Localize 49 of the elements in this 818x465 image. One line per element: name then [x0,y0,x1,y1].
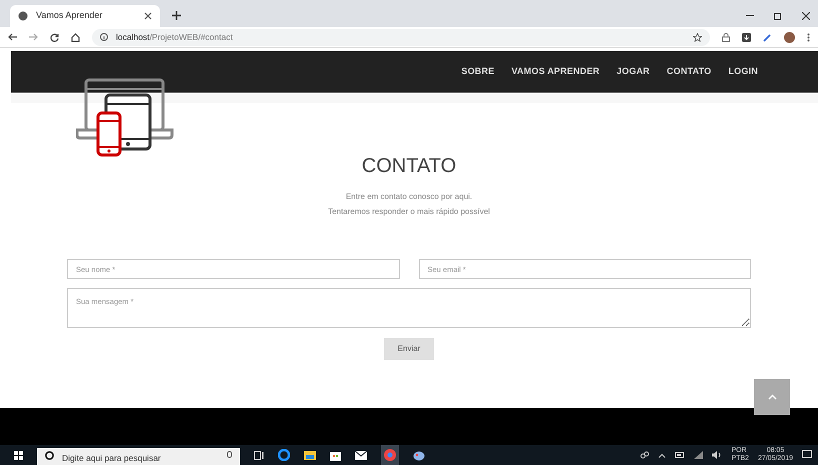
url-host: localhost [116,30,150,44]
avatar-icon[interactable] [784,32,795,42]
url-path: /ProjetoWEB/#contact [150,30,233,44]
battery-icon[interactable] [675,452,686,458]
menu-icon[interactable] [807,32,810,42]
edge-browser-icon[interactable] [278,449,290,461]
folder-icon[interactable] [304,450,316,460]
people-icon[interactable] [640,450,650,460]
nav-link[interactable]: LOGIN [728,64,758,78]
star-icon[interactable] [693,32,702,42]
address-bar[interactable]: localhost/ProjetoWEB/#contact [92,28,710,46]
nav-link[interactable]: CONTATO [666,64,712,78]
send-button[interactable]: Enviar [384,338,434,360]
section-heading: CONTATO [362,156,456,176]
download-extension-icon[interactable] [742,32,751,42]
speaker-icon[interactable] [712,451,722,459]
back-arrow-icon[interactable] [8,33,17,41]
new-tab-icon[interactable] [172,11,181,20]
devices-logo-icon [76,77,174,157]
home-icon[interactable] [71,32,80,42]
mail-icon[interactable] [355,450,367,460]
chevron-up-icon [768,394,776,400]
windows-start-icon[interactable] [14,450,23,460]
network-icon[interactable] [694,451,704,459]
cortana-circle-icon [45,450,54,460]
minimize-icon[interactable] [746,15,754,17]
nav-link[interactable]: SOBRE [461,64,494,78]
restore-icon[interactable] [774,12,782,20]
store-bag-icon[interactable] [330,449,341,461]
section-subtitle: Entre em contato conosco por aqui. [346,191,472,202]
reload-icon[interactable] [50,32,59,42]
chrome-icon[interactable] [381,445,399,465]
notification-icon[interactable] [802,450,812,460]
info-icon[interactable] [100,33,108,41]
nav-link[interactable]: VAMOS APRENDER [511,64,600,78]
taskbar-search-field[interactable]: Digite aqui para pesquisar [37,448,240,465]
task-view-icon[interactable] [254,450,264,460]
browser-tab[interactable]: Vamos Aprender [10,5,160,27]
globe-icon [18,11,28,21]
tab-title: Vamos Aprender [36,9,104,22]
nav-link[interactable]: JOGAR [616,64,650,78]
eyedropper-icon[interactable] [763,32,772,42]
close-icon[interactable] [802,12,810,20]
close-icon[interactable] [144,12,152,20]
section-subtitle: Tentaremos responder o mais rápido possível [328,206,490,217]
lock-icon[interactable] [722,32,730,42]
chevron-up-icon[interactable] [658,452,666,458]
microphone-icon[interactable] [227,451,232,460]
paint-palette-icon[interactable] [413,449,425,461]
